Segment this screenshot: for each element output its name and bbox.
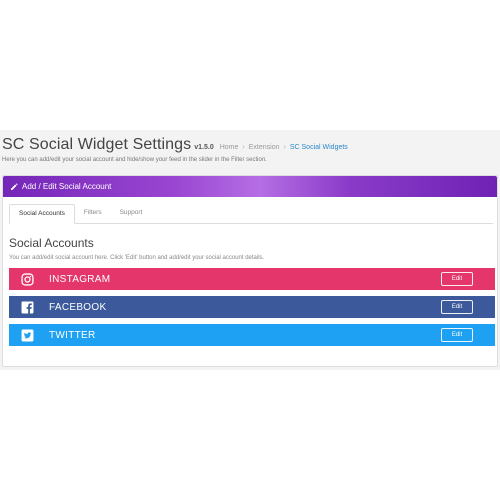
- account-name: FACEBOOK: [49, 301, 107, 313]
- account-row-facebook: FACEBOOK Edit: [9, 296, 495, 318]
- account-name: INSTAGRAM: [49, 273, 111, 285]
- breadcrumb-separator: ›: [242, 144, 245, 151]
- tab-bar: Social Accounts Filters Support: [9, 204, 493, 224]
- panel-heading-label: Add / Edit Social Account: [22, 182, 112, 191]
- section-title: Social Accounts: [9, 236, 94, 250]
- account-name: TWITTER: [49, 329, 96, 341]
- page-title: SC Social Widget Settings: [2, 136, 192, 153]
- breadcrumb-extension[interactable]: Extension: [249, 144, 280, 151]
- page-subtitle: Here you can add/edit your social accoun…: [2, 157, 267, 163]
- breadcrumb-separator: ›: [283, 144, 286, 151]
- pencil-icon: [10, 182, 18, 191]
- instagram-icon: [20, 272, 34, 286]
- breadcrumb: Home › Extension › SC Social Widgets: [220, 144, 348, 151]
- edit-facebook-button[interactable]: Edit: [441, 300, 473, 314]
- version-label: v1.5.0: [194, 144, 214, 151]
- account-row-instagram: INSTAGRAM Edit: [9, 268, 495, 290]
- panel-heading: Add / Edit Social Account: [3, 176, 497, 197]
- tab-social-accounts[interactable]: Social Accounts: [9, 204, 75, 224]
- breadcrumb-current[interactable]: SC Social Widgets: [290, 144, 348, 151]
- breadcrumb-home[interactable]: Home: [220, 144, 239, 151]
- account-row-twitter: TWITTER Edit: [9, 324, 495, 346]
- facebook-icon: [20, 300, 34, 314]
- page-header: SC Social Widget Settings v1.5.0 Home › …: [2, 136, 498, 156]
- tab-support[interactable]: Support: [111, 203, 152, 223]
- edit-instagram-button[interactable]: Edit: [441, 272, 473, 286]
- twitter-icon: [20, 328, 34, 342]
- section-description: You can add/edit social account here. Cl…: [9, 255, 265, 261]
- edit-twitter-button[interactable]: Edit: [441, 328, 473, 342]
- tab-filters[interactable]: Filters: [75, 203, 111, 223]
- settings-panel: Add / Edit Social Account Social Account…: [2, 175, 498, 367]
